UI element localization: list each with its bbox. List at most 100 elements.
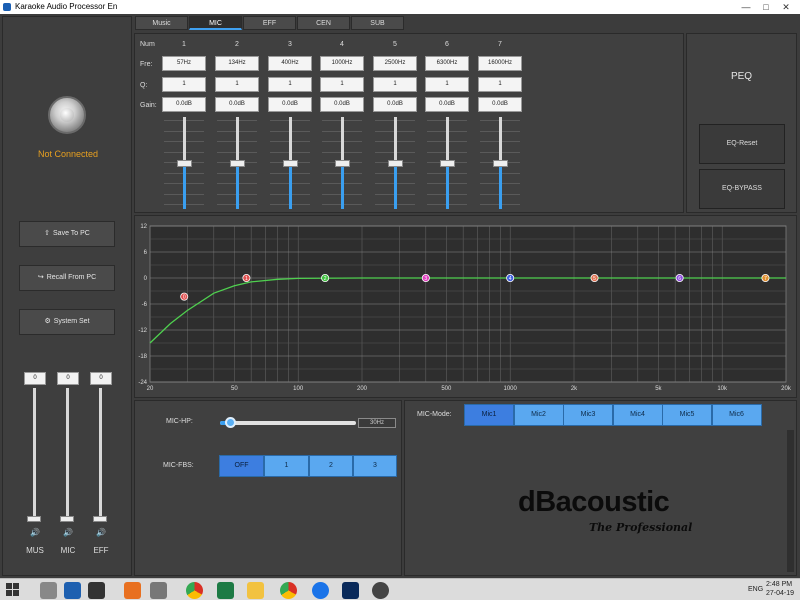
band-gain-slider-handle[interactable] (177, 160, 192, 167)
band-freq-input[interactable]: 6300Hz (425, 56, 469, 71)
import-icon: ↪ (37, 274, 44, 281)
band-number: 7 (498, 41, 502, 48)
mic-mode-option[interactable]: Mic5 (662, 404, 712, 426)
x-tick-label: 10k (717, 386, 728, 392)
band-q-input[interactable]: 1 (268, 77, 312, 92)
mic-fbs-option[interactable]: 1 (264, 455, 309, 477)
band-gain-slider-handle[interactable] (230, 160, 245, 167)
speaker-icon[interactable]: 🔊 (63, 528, 73, 537)
band-q-input[interactable]: 1 (373, 77, 417, 92)
eq-response-chart[interactable]: 1260-6-12-18-2420 50 100 200 500 1000 2k 5k 10k 2… (134, 215, 797, 398)
band-marker-label: 0 (183, 295, 186, 301)
zalo-icon[interactable] (312, 582, 329, 599)
tab-sub[interactable]: SUB (351, 16, 404, 30)
tab-music[interactable]: Music (135, 16, 188, 30)
mic-hp-slider-handle[interactable] (225, 417, 236, 428)
maximize-button[interactable]: □ (756, 0, 776, 14)
tab-mic[interactable]: MIC (189, 16, 242, 30)
app-icon[interactable] (372, 582, 389, 599)
mus-label: MUS (26, 546, 44, 555)
band-q-input[interactable]: 1 (478, 77, 522, 92)
speaker-icon[interactable]: 🔊 (30, 528, 40, 537)
mic-fbs-option[interactable]: 2 (309, 455, 353, 477)
band-gain-slider-handle[interactable] (493, 160, 508, 167)
band-gain-input[interactable]: 0.0dB (215, 97, 259, 112)
x-tick-label: 5k (655, 386, 662, 392)
photoshop-icon[interactable] (342, 582, 359, 599)
band-gain-input[interactable]: 0.0dB (478, 97, 522, 112)
mic-fader-handle[interactable] (60, 516, 74, 522)
mic-mode-option[interactable]: Mic3 (563, 404, 613, 426)
band-gain-slider-handle[interactable] (388, 160, 403, 167)
clock-time[interactable]: 2:48 PM (766, 581, 792, 588)
band-gain-input[interactable]: 0.0dB (425, 97, 469, 112)
mic-fbs-option[interactable]: OFF (219, 455, 264, 477)
eff-fader-handle[interactable] (93, 516, 107, 522)
band-gain-input[interactable]: 0.0dB (320, 97, 364, 112)
band-gain-slider-handle[interactable] (283, 160, 298, 167)
app-icon[interactable] (150, 582, 167, 599)
eq-bypass-button[interactable]: EQ-BYPASS (699, 169, 785, 209)
close-button[interactable]: ✕ (776, 0, 796, 14)
mic-hp-label: MIC-HP: (166, 418, 193, 425)
system-set-button[interactable]: ⚙ System Set (19, 309, 115, 335)
mus-fader-track[interactable] (33, 388, 36, 522)
mus-value[interactable]: 0 (24, 372, 46, 385)
band-q-input[interactable]: 1 (215, 77, 259, 92)
mic-hp-value[interactable]: 30Hz (358, 418, 396, 428)
tab-cen[interactable]: CEN (297, 16, 350, 30)
mic-value[interactable]: 0 (57, 372, 79, 385)
chrome-icon[interactable] (280, 582, 297, 599)
mic-mode-option[interactable]: Mic4 (612, 404, 663, 426)
band-gain-input[interactable]: 0.0dB (162, 97, 206, 112)
eq-reset-button[interactable]: EQ-Reset (699, 124, 785, 164)
recall-from-pc-button[interactable]: ↪ Recall From PC (19, 265, 115, 291)
band-number: 3 (288, 41, 292, 48)
explorer-icon[interactable] (247, 582, 264, 599)
mus-fader-handle[interactable] (27, 516, 41, 522)
mic-hp-slider-track[interactable] (220, 421, 356, 425)
excel-icon[interactable] (217, 582, 234, 599)
band-gain-input[interactable]: 0.0dB (268, 97, 312, 112)
band-gain-slider-fill (289, 163, 292, 209)
speaker-icon[interactable]: 🔊 (96, 528, 106, 537)
scrollbar[interactable] (787, 430, 794, 572)
recall-from-pc-label: Recall From PC (46, 274, 97, 281)
band-freq-input[interactable]: 1000Hz (320, 56, 364, 71)
band-q-input[interactable]: 1 (425, 77, 469, 92)
band-freq-input[interactable]: 400Hz (268, 56, 312, 71)
save-to-pc-button[interactable]: ⇧ Save To PC (19, 221, 115, 247)
mic-fader-track[interactable] (66, 388, 69, 522)
taskbar: ENG 2:48 PM 27-04-19 (0, 578, 800, 600)
band-freq-input[interactable]: 134Hz (215, 56, 259, 71)
band-q-input[interactable]: 1 (162, 77, 206, 92)
app-icon[interactable] (88, 582, 105, 599)
band-q-input[interactable]: 1 (320, 77, 364, 92)
band-gain-slider-handle[interactable] (335, 160, 350, 167)
band-gain-input[interactable]: 0.0dB (373, 97, 417, 112)
mic-mode-option[interactable]: Mic1 (464, 404, 514, 426)
band-marker-label: 5 (593, 276, 596, 282)
mic-mode-option[interactable]: Mic6 (711, 404, 762, 426)
eff-fader-track[interactable] (99, 388, 102, 522)
band-freq-input[interactable]: 57Hz (162, 56, 206, 71)
app-icon[interactable] (64, 582, 81, 599)
mic-fbs-option[interactable]: 3 (353, 455, 397, 477)
tab-eff[interactable]: EFF (243, 16, 296, 30)
firefox-icon[interactable] (124, 582, 141, 599)
band-gain-slider-handle[interactable] (440, 160, 455, 167)
connect-knob[interactable] (48, 96, 86, 134)
mic-mode-label: MIC-Mode: (417, 411, 452, 418)
band-freq-input[interactable]: 16000Hz (478, 56, 522, 71)
band-freq-input[interactable]: 2500Hz (373, 56, 417, 71)
mic-mode-option[interactable]: Mic2 (513, 404, 564, 426)
minimize-button[interactable]: — (736, 0, 756, 14)
clock-date[interactable]: 27-04-19 (766, 590, 794, 597)
q-row-label: Q: (140, 82, 148, 89)
start-button[interactable] (6, 583, 20, 597)
language-indicator[interactable]: ENG (748, 586, 763, 593)
chrome-icon[interactable] (186, 582, 203, 599)
eff-value[interactable]: 0 (90, 372, 112, 385)
search-icon[interactable] (40, 582, 57, 599)
y-tick-label: 12 (140, 224, 147, 230)
